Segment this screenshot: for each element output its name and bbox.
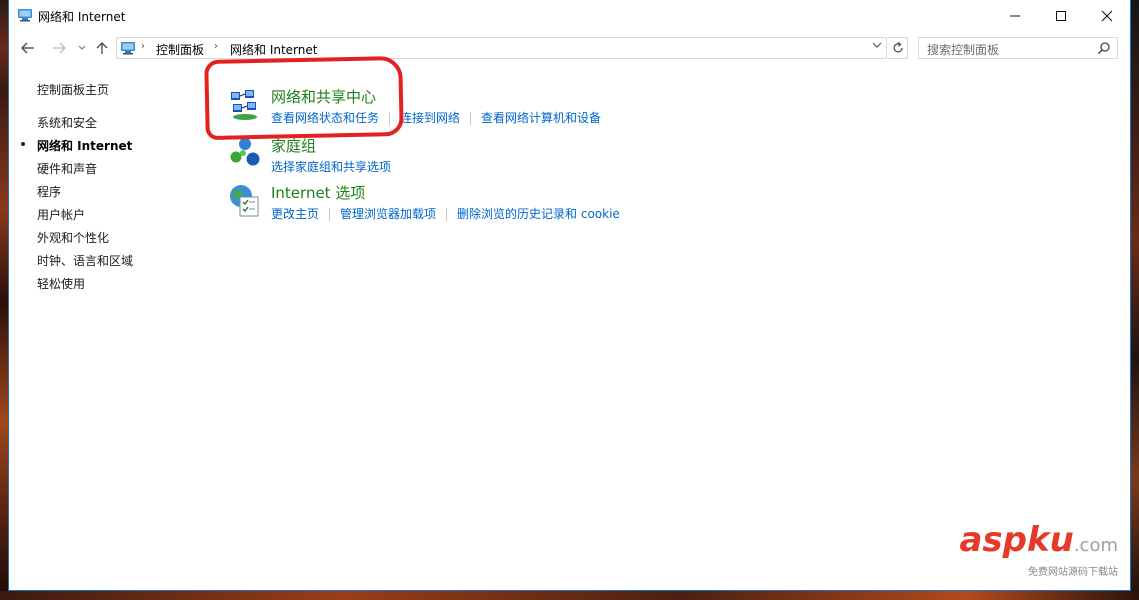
link-divider [470, 112, 472, 125]
close-icon [1101, 10, 1113, 21]
desktop-background-bottom [0, 591, 1139, 600]
manage-addons-link[interactable]: 管理浏览器加载项 [340, 207, 436, 221]
address-dropdown-button[interactable] [872, 41, 882, 52]
sidebar-item-appearance[interactable]: 外观和个性化 [37, 229, 109, 246]
search-placeholder: 搜索控制面板 [927, 43, 1000, 57]
chevron-down-icon [872, 42, 882, 48]
search-icon[interactable] [1097, 41, 1111, 55]
watermark-domain: .com [1073, 535, 1118, 556]
minimize-button[interactable] [992, 0, 1038, 31]
breadcrumb-separator[interactable]: › [214, 41, 218, 52]
recent-locations-button[interactable] [72, 38, 92, 58]
sidebar: 控制面板主页 系统和安全 网络和 Internet 硬件和声音 程序 用户帐户 … [9, 65, 209, 585]
refresh-icon [892, 42, 903, 53]
watermark-tagline: 免费网站源码下载站 [1028, 567, 1118, 578]
sidebar-item-programs[interactable]: 程序 [37, 183, 61, 200]
desktop-background-right [1131, 0, 1139, 600]
window-title: 网络和 Internet [38, 10, 126, 24]
desktop-background-left [0, 0, 8, 600]
homegroup-icon[interactable] [227, 135, 263, 171]
back-arrow-icon [21, 42, 34, 54]
homegroup-options-link[interactable]: 选择家庭组和共享选项 [271, 160, 391, 174]
control-panel-icon [18, 9, 32, 22]
delete-history-link[interactable]: 删除浏览的历史记录和 cookie [457, 207, 620, 221]
watermark-brand-a: asp [959, 520, 1027, 560]
watermark-brand-b: ku [1027, 520, 1074, 560]
breadcrumb-network-internet[interactable]: 网络和 Internet [230, 41, 317, 58]
active-bullet-icon [21, 142, 25, 146]
breadcrumb-control-panel[interactable]: 控制面板 [156, 41, 204, 58]
sidebar-item-system-security[interactable]: 系统和安全 [37, 114, 97, 131]
minimize-icon [1010, 15, 1020, 16]
title-bar[interactable]: 网络和 Internet [9, 0, 1130, 31]
maximize-icon [1056, 10, 1066, 21]
chevron-down-icon [78, 45, 86, 50]
forward-button[interactable] [49, 38, 69, 58]
sidebar-item-user-accounts[interactable]: 用户帐户 [37, 206, 85, 223]
back-button[interactable] [18, 38, 38, 58]
sidebar-item-network-internet[interactable]: 网络和 Internet [37, 137, 132, 154]
watermark: aspku.com 免费网站源码下载站 [959, 523, 1118, 578]
close-button[interactable] [1084, 0, 1130, 31]
sidebar-item-ease-of-access[interactable]: 轻松使用 [37, 275, 85, 292]
highlight-annotation [204, 55, 404, 141]
homegroup-links: 选择家庭组和共享选项 [271, 158, 391, 175]
address-bar[interactable]: › 控制面板 › 网络和 Internet [116, 37, 887, 59]
sidebar-item-home[interactable]: 控制面板主页 [37, 81, 109, 98]
internet-options-icon[interactable] [227, 182, 263, 218]
watermark-logo: aspku.com [959, 523, 1118, 563]
up-button[interactable] [92, 38, 112, 58]
refresh-button[interactable] [888, 37, 908, 59]
change-homepage-link[interactable]: 更改主页 [271, 207, 319, 221]
control-panel-icon [121, 42, 135, 55]
internet-options-title[interactable]: Internet 选项 [271, 182, 365, 203]
up-arrow-icon [96, 42, 108, 54]
sidebar-item-clock-language[interactable]: 时钟、语言和区域 [37, 252, 133, 269]
link-divider [329, 208, 331, 221]
forward-arrow-icon [53, 42, 66, 54]
maximize-button[interactable] [1038, 0, 1084, 31]
search-input[interactable]: 搜索控制面板 [918, 37, 1118, 59]
breadcrumb-separator[interactable]: › [141, 41, 145, 52]
view-network-computers-link[interactable]: 查看网络计算机和设备 [481, 111, 601, 125]
link-divider [446, 208, 448, 221]
internet-options-links: 更改主页 管理浏览器加载项 删除浏览的历史记录和 cookie [271, 205, 620, 222]
connect-to-network-link[interactable]: 连接到网络 [400, 111, 460, 125]
sidebar-item-hardware-sound[interactable]: 硬件和声音 [37, 160, 97, 177]
navigation-bar: › 控制面板 › 网络和 Internet 搜索控制面板 [9, 31, 1130, 65]
control-panel-window: 网络和 Internet › 控制面板 › 网络和 Internet 搜索控制面… [8, 0, 1131, 591]
